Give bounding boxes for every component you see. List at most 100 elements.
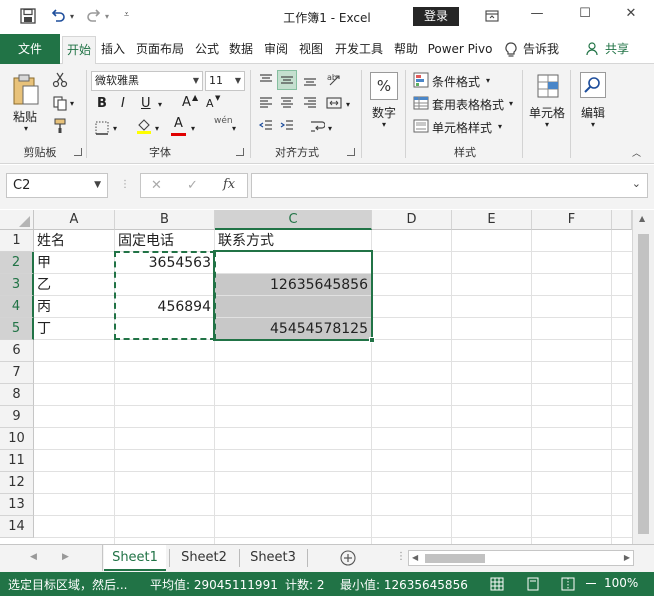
paste-dropdown-icon[interactable]: ▾ — [24, 124, 28, 133]
login-button[interactable]: 登录 — [413, 7, 459, 26]
fill-handle[interactable] — [369, 337, 375, 343]
number-dropdown-icon[interactable]: ▾ — [382, 120, 386, 129]
cut-icon[interactable] — [52, 72, 68, 88]
paste-button[interactable]: 粘贴 — [13, 108, 37, 125]
copy-icon[interactable] — [52, 95, 68, 111]
scroll-tabs-left-icon[interactable]: ◀ — [30, 552, 37, 562]
formula-bar-grip-icon[interactable]: ⋮ — [120, 179, 130, 190]
name-box[interactable]: C2 ▼ — [6, 173, 108, 198]
cell-b1[interactable]: 固定电话 — [115, 230, 214, 252]
row-header-8[interactable]: 8 — [0, 384, 34, 406]
tab-formulas[interactable]: 公式 — [192, 34, 222, 64]
sheet-tab-2[interactable]: Sheet2 — [171, 545, 237, 571]
row-header-11[interactable]: 11 — [0, 450, 34, 472]
column-header-c[interactable]: C — [215, 210, 372, 230]
format-as-table-button[interactable]: 套用表格格式 — [432, 96, 504, 113]
row-header-2[interactable]: 2 — [0, 252, 34, 274]
cell-a3[interactable]: 乙 — [34, 274, 114, 296]
column-header-e[interactable]: E — [452, 210, 532, 230]
cell-c1[interactable]: 联系方式 — [215, 230, 371, 252]
cell-styles-button[interactable]: 单元格样式 — [432, 119, 492, 136]
format-painter-icon[interactable] — [52, 118, 68, 134]
wrap-text-icon[interactable] — [309, 118, 325, 134]
align-left-icon[interactable] — [258, 95, 274, 111]
row-header-14[interactable]: 14 — [0, 516, 34, 538]
merge-center-icon[interactable] — [326, 95, 342, 111]
collapse-ribbon-icon[interactable]: ︿ — [632, 146, 641, 159]
tab-developer[interactable]: 开发工具 — [331, 34, 387, 64]
cell-styles-dropdown-icon[interactable]: ▾ — [498, 122, 502, 131]
format-as-table-dropdown-icon[interactable]: ▾ — [509, 99, 513, 108]
cell-a4[interactable]: 丙 — [34, 296, 114, 318]
align-center-icon[interactable] — [279, 95, 295, 111]
phonetic-dropdown-icon[interactable]: ▾ — [232, 124, 236, 133]
row-header-1[interactable]: 1 — [0, 230, 34, 252]
formula-input[interactable]: ⌄ — [251, 173, 648, 198]
vertical-scrollbar[interactable]: ▲ — [632, 210, 654, 544]
underline-button[interactable]: U — [141, 96, 151, 111]
wrap-dropdown-icon[interactable]: ▾ — [328, 124, 332, 133]
cell-a2[interactable]: 甲 — [34, 252, 114, 274]
number-format-button[interactable]: 数字 — [372, 104, 396, 121]
editing-icon-frame[interactable] — [580, 72, 606, 98]
tab-file[interactable]: 文件 — [0, 34, 60, 64]
column-header-g[interactable] — [612, 210, 632, 230]
cells-icon[interactable] — [535, 72, 561, 100]
cells-button[interactable]: 单元格 — [529, 104, 565, 121]
tab-splitter-icon[interactable]: ⋮ — [396, 551, 406, 562]
row-header-9[interactable]: 9 — [0, 406, 34, 428]
conditional-format-button[interactable]: 条件格式 — [432, 73, 480, 90]
zoom-slider[interactable] — [586, 583, 596, 584]
new-sheet-icon[interactable] — [340, 550, 356, 566]
scroll-tabs-right-icon[interactable]: ▶ — [62, 552, 69, 562]
font-name-select[interactable]: 微软雅黑 ▼ — [91, 71, 203, 91]
ribbon-display-options-icon[interactable] — [484, 8, 500, 24]
borders-icon[interactable] — [94, 120, 110, 136]
zoom-level[interactable]: 100% — [604, 576, 638, 590]
align-bottom-icon[interactable] — [302, 72, 318, 88]
scroll-left-icon[interactable]: ◀ — [412, 553, 418, 562]
underline-dropdown-icon[interactable]: ▾ — [158, 100, 162, 109]
sheet-tab-3[interactable]: Sheet3 — [241, 545, 305, 571]
font-launcher-icon[interactable] — [236, 148, 244, 156]
paste-icon[interactable] — [12, 74, 40, 106]
font-size-select[interactable]: 11 ▼ — [205, 71, 245, 91]
bold-button[interactable]: B — [97, 96, 107, 111]
conditional-format-dropdown-icon[interactable]: ▾ — [486, 76, 490, 85]
restore-button[interactable]: ☐ — [573, 6, 597, 26]
row-header-7[interactable]: 7 — [0, 362, 34, 384]
sheet-tab-1[interactable]: Sheet1 — [104, 545, 166, 571]
decrease-indent-icon[interactable] — [258, 118, 274, 134]
increase-font-button[interactable]: A — [182, 95, 191, 110]
vertical-scroll-thumb[interactable] — [638, 234, 649, 534]
fill-color-icon[interactable] — [136, 118, 152, 134]
clipboard-launcher-icon[interactable] — [74, 148, 82, 156]
editing-button[interactable]: 编辑 — [581, 104, 605, 121]
tab-page-layout[interactable]: 页面布局 — [132, 34, 188, 64]
cell-a1[interactable]: 姓名 — [34, 230, 114, 252]
cells-dropdown-icon[interactable]: ▾ — [545, 120, 549, 129]
percent-icon[interactable]: % — [370, 72, 398, 100]
normal-view-icon[interactable] — [490, 577, 504, 591]
select-all-button[interactable] — [0, 210, 34, 230]
worksheet-grid[interactable]: A B C D E F 1 2 3 4 5 6 7 8 9 10 11 12 1… — [0, 210, 654, 544]
row-header-5[interactable]: 5 — [0, 318, 34, 340]
increase-indent-icon[interactable] — [279, 118, 295, 134]
row-header-12[interactable]: 12 — [0, 472, 34, 494]
share-button[interactable]: 共享 — [603, 34, 631, 64]
scroll-right-icon[interactable]: ▶ — [624, 553, 630, 562]
column-header-a[interactable]: A — [34, 210, 115, 230]
tab-view[interactable]: 视图 — [296, 34, 326, 64]
column-header-d[interactable]: D — [372, 210, 452, 230]
fill-color-dropdown-icon[interactable]: ▾ — [155, 124, 159, 133]
row-header-6[interactable]: 6 — [0, 340, 34, 362]
align-top-icon[interactable] — [258, 72, 274, 88]
row-header-4[interactable]: 4 — [0, 296, 34, 318]
page-break-view-icon[interactable] — [561, 577, 575, 591]
merge-dropdown-icon[interactable]: ▾ — [346, 100, 350, 109]
cell-a5[interactable]: 丁 — [34, 318, 114, 340]
tab-power-pivot[interactable]: Power Pivo — [426, 34, 494, 64]
tab-home[interactable]: 开始 — [62, 36, 96, 65]
editing-dropdown-icon[interactable]: ▾ — [591, 120, 595, 129]
alignment-launcher-icon[interactable] — [347, 148, 355, 156]
